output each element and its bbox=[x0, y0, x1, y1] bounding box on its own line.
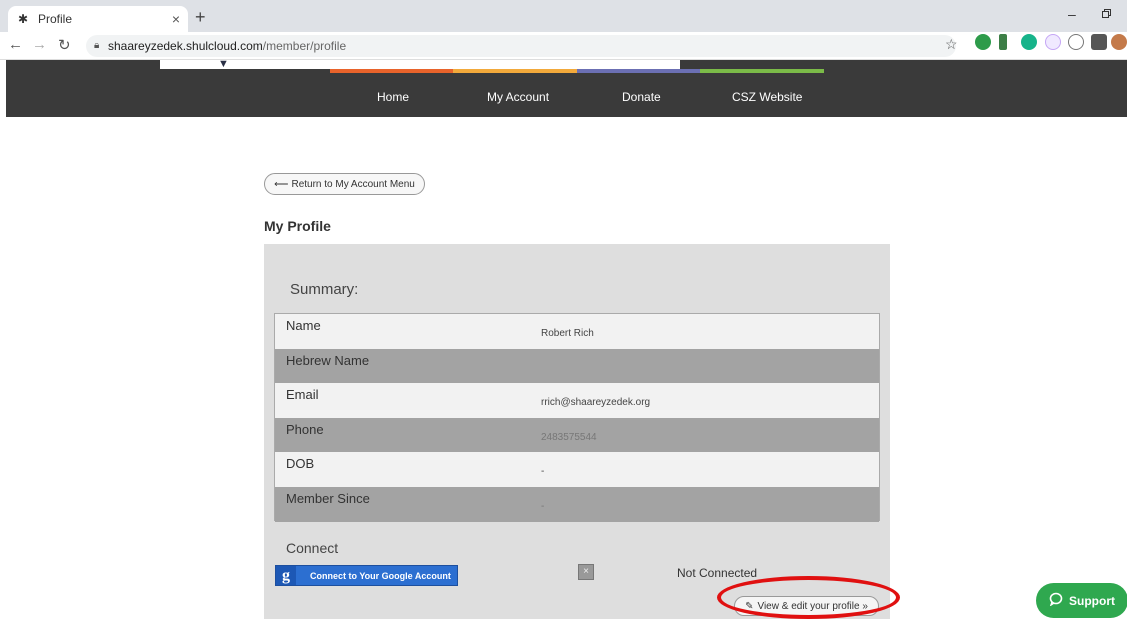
return-to-account-button[interactable]: ⟵ Return to My Account Menu bbox=[264, 173, 425, 195]
minimize-button[interactable]: – bbox=[1068, 6, 1076, 22]
connect-heading: Connect bbox=[286, 540, 339, 556]
browser-tab-bar: ✱ Profile × + – bbox=[0, 0, 1127, 32]
site-favicon-icon: ✱ bbox=[17, 12, 29, 26]
page-title: My Profile bbox=[264, 218, 331, 234]
extension-grammarly-icon[interactable] bbox=[1021, 34, 1037, 50]
disconnect-icon[interactable]: × bbox=[578, 564, 594, 580]
browser-tab[interactable]: ✱ Profile × bbox=[8, 6, 188, 32]
nav-home[interactable]: Home bbox=[377, 90, 409, 104]
row-value: Robert Rich bbox=[541, 328, 594, 339]
row-value: - bbox=[541, 500, 545, 512]
restore-button[interactable] bbox=[1101, 6, 1112, 22]
forward-arrow-icon[interactable]: → bbox=[32, 36, 47, 53]
lock-icon: 🔒︎ bbox=[94, 40, 100, 51]
nav-my-account[interactable]: My Account bbox=[487, 90, 549, 104]
tab-close-icon[interactable]: × bbox=[172, 11, 180, 27]
url-host: shaareyzedek.shulcloud.com bbox=[108, 39, 263, 53]
return-label: Return to My Account Menu bbox=[291, 178, 415, 190]
row-value: - bbox=[541, 466, 545, 478]
extension-spinner-icon[interactable] bbox=[1045, 34, 1061, 50]
nav-accent-website bbox=[700, 69, 824, 73]
reload-icon[interactable]: ↻ bbox=[58, 36, 71, 54]
dropdown-caret-icon[interactable]: ▼ bbox=[218, 58, 229, 70]
extension-pocket-icon[interactable] bbox=[1068, 34, 1084, 50]
profile-summary-table: Name Robert Rich Hebrew Name Email rrich… bbox=[274, 313, 880, 522]
extension-evernote-icon[interactable] bbox=[975, 34, 991, 50]
google-logo-icon: g bbox=[276, 566, 296, 585]
nav-accent-home bbox=[330, 69, 453, 73]
browser-toolbar: ← → ↻ 🔒︎ shaareyzedek.shulcloud.com/memb… bbox=[0, 32, 1127, 60]
header-white-band bbox=[160, 60, 680, 69]
url-path: /member/profile bbox=[262, 39, 347, 53]
nav-accent-account bbox=[453, 69, 577, 73]
support-label: Support bbox=[1069, 593, 1115, 608]
row-value: rrich@shaareyzedek.org bbox=[541, 397, 651, 409]
star-icon[interactable]: ☆ bbox=[945, 36, 958, 53]
extensions-puzzle-icon[interactable] bbox=[1091, 34, 1107, 50]
restore-icon bbox=[1102, 9, 1111, 18]
table-row: Email rrich@shaareyzedek.org bbox=[275, 383, 879, 418]
connection-status: Not Connected bbox=[677, 566, 758, 580]
table-row: DOB - bbox=[275, 452, 879, 487]
profile-avatar[interactable] bbox=[1111, 34, 1127, 50]
tab-title: Profile bbox=[38, 12, 73, 26]
new-tab-button[interactable]: + bbox=[195, 7, 206, 28]
extension-bar-icon[interactable] bbox=[999, 34, 1007, 50]
row-label: Phone bbox=[286, 421, 324, 437]
row-label: Member Since bbox=[286, 490, 370, 506]
left-arrow-icon: ⟵ bbox=[274, 178, 289, 190]
google-button-label: Connect to Your Google Account bbox=[310, 570, 451, 581]
row-label: DOB bbox=[286, 456, 315, 472]
back-arrow-icon[interactable]: ← bbox=[8, 36, 23, 53]
nav-accent-donate bbox=[577, 69, 700, 73]
table-row: Hebrew Name bbox=[275, 348, 879, 384]
address-bar[interactable]: 🔒︎ shaareyzedek.shulcloud.com/member/pro… bbox=[86, 35, 956, 57]
row-label: Hebrew Name bbox=[286, 352, 370, 368]
table-row: Member Since - bbox=[275, 486, 879, 522]
summary-heading: Summary: bbox=[290, 281, 359, 298]
table-row: Name Robert Rich bbox=[275, 314, 879, 349]
row-label: Email bbox=[286, 387, 319, 403]
support-button[interactable]: Support bbox=[1036, 583, 1127, 618]
table-row: Phone 2483575544 bbox=[275, 417, 879, 453]
chat-bubble-icon bbox=[1049, 592, 1063, 609]
row-value: 2483575544 bbox=[541, 431, 597, 443]
nav-csz-website[interactable]: CSZ Website bbox=[732, 90, 802, 104]
row-label: Name bbox=[286, 318, 321, 333]
annotation-highlight-circle bbox=[717, 576, 900, 619]
connect-google-button[interactable]: g Connect to Your Google Account bbox=[275, 565, 458, 586]
nav-donate[interactable]: Donate bbox=[622, 90, 661, 104]
